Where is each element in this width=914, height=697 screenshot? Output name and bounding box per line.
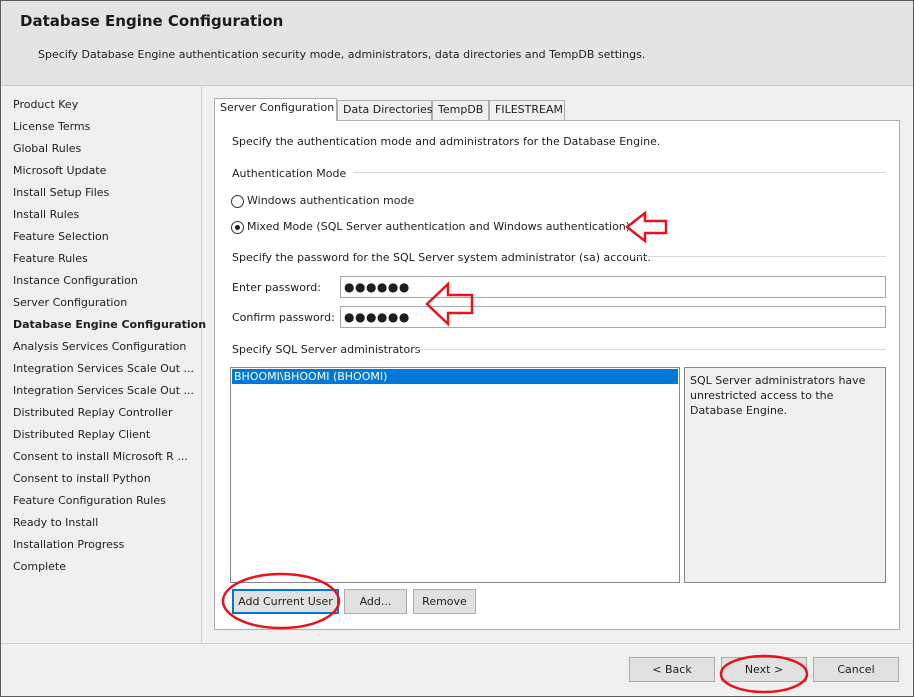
password-divider: [634, 256, 886, 257]
admins-info-box: SQL Server administrators have unrestric…: [684, 367, 886, 583]
tab-filestream[interactable]: FILESTREAM: [489, 100, 565, 120]
nav-item-feature-configuration-rules[interactable]: Feature Configuration Rules: [13, 492, 166, 510]
page-subtitle: Specify Database Engine authentication s…: [38, 48, 646, 61]
password-heading: Specify the password for the SQL Server …: [232, 251, 651, 264]
nav-item-global-rules[interactable]: Global Rules: [13, 140, 81, 158]
windows-auth-label[interactable]: Windows authentication mode: [247, 194, 414, 207]
nav-item-consent-python[interactable]: Consent to install Python: [13, 470, 151, 488]
cancel-button[interactable]: Cancel: [813, 657, 899, 682]
tab-tempdb[interactable]: TempDB: [432, 100, 489, 120]
nav-item-distributed-replay-client[interactable]: Distributed Replay Client: [13, 426, 150, 444]
auth-mode-divider: [353, 172, 886, 173]
confirm-password-label: Confirm password:: [232, 311, 335, 324]
nav-item-instance-configuration[interactable]: Instance Configuration: [13, 272, 138, 290]
nav-item-database-engine-configuration[interactable]: Database Engine Configuration: [13, 316, 206, 334]
mixed-mode-label[interactable]: Mixed Mode (SQL Server authentication an…: [247, 220, 630, 233]
nav-item-feature-selection[interactable]: Feature Selection: [13, 228, 109, 246]
admins-heading: Specify SQL Server administrators: [232, 343, 421, 356]
nav-item-distributed-replay-controller[interactable]: Distributed Replay Controller: [13, 404, 172, 422]
admins-list[interactable]: BHOOMI\BHOOMI (BHOOMI): [230, 367, 680, 583]
auth-mode-heading: Authentication Mode: [232, 167, 347, 180]
intro-text: Specify the authentication mode and admi…: [232, 135, 661, 148]
windows-auth-radio[interactable]: [231, 195, 244, 208]
admins-divider: [416, 349, 886, 350]
nav-item-server-configuration[interactable]: Server Configuration: [13, 294, 127, 312]
nav-item-analysis-services-configuration[interactable]: Analysis Services Configuration: [13, 338, 186, 356]
enter-password-label: Enter password:: [232, 281, 321, 294]
page-title: Database Engine Configuration: [20, 12, 284, 30]
nav-item-integration-services-scale-out-1[interactable]: Integration Services Scale Out ...: [13, 360, 194, 378]
tab-server-configuration[interactable]: Server Configuration: [214, 98, 337, 121]
admins-info-text: SQL Server administrators have unrestric…: [690, 374, 866, 417]
remove-button[interactable]: Remove: [413, 589, 476, 614]
next-button[interactable]: Next >: [721, 657, 807, 682]
nav-item-ready-to-install[interactable]: Ready to Install: [13, 514, 98, 532]
nav-item-installation-progress[interactable]: Installation Progress: [13, 536, 124, 554]
nav-item-microsoft-update[interactable]: Microsoft Update: [13, 162, 106, 180]
confirm-password-field[interactable]: ●●●●●●: [340, 306, 886, 328]
add-current-user-button[interactable]: Add Current User: [232, 589, 339, 614]
nav-item-integration-services-scale-out-2[interactable]: Integration Services Scale Out ...: [13, 382, 194, 400]
nav-item-complete[interactable]: Complete: [13, 558, 66, 576]
tab-data-directories[interactable]: Data Directories: [337, 100, 433, 120]
wizard-steps-nav: Product Key License Terms Global Rules M…: [1, 87, 206, 643]
back-button[interactable]: < Back: [629, 657, 715, 682]
mixed-mode-radio[interactable]: [231, 221, 244, 234]
nav-item-install-setup-files[interactable]: Install Setup Files: [13, 184, 109, 202]
page-header: Database Engine Configuration Specify Da…: [1, 1, 913, 86]
nav-item-product-key[interactable]: Product Key: [13, 96, 78, 114]
nav-item-consent-microsoft-r[interactable]: Consent to install Microsoft R ...: [13, 448, 188, 466]
setup-window: Database Engine Configuration Specify Da…: [0, 0, 914, 697]
nav-item-install-rules[interactable]: Install Rules: [13, 206, 79, 224]
nav-item-feature-rules[interactable]: Feature Rules: [13, 250, 88, 268]
add-button[interactable]: Add...: [344, 589, 407, 614]
enter-password-field[interactable]: ●●●●●●: [340, 276, 886, 298]
footer-divider: [1, 643, 913, 644]
nav-item-license-terms[interactable]: License Terms: [13, 118, 90, 136]
admins-list-item[interactable]: BHOOMI\BHOOMI (BHOOMI): [232, 369, 678, 384]
